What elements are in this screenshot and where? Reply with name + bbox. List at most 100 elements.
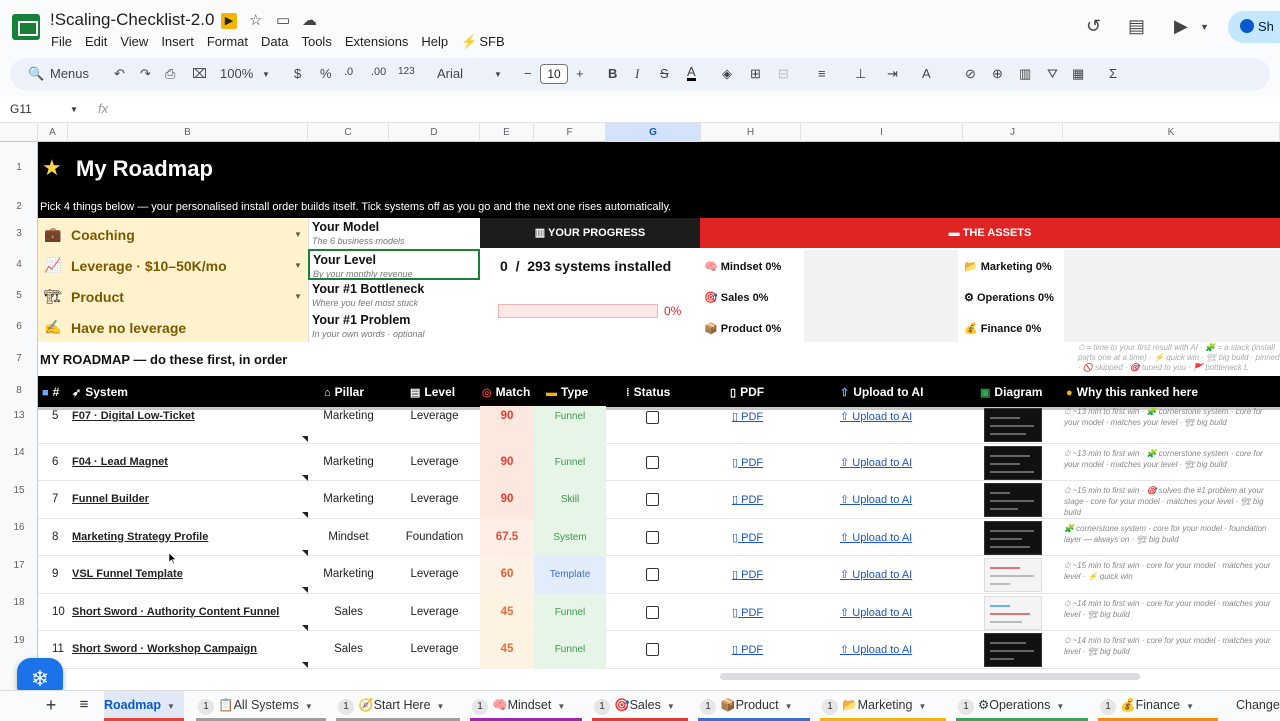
chevron-down-icon[interactable]: ▼ bbox=[667, 702, 675, 711]
add-sheet-icon[interactable]: + bbox=[40, 691, 62, 721]
menu-file[interactable]: File bbox=[51, 34, 72, 49]
chevron-down-icon[interactable]: ▼ bbox=[294, 261, 302, 270]
zoom-select[interactable]: 100% bbox=[220, 66, 253, 81]
column-header[interactable]: F bbox=[534, 123, 606, 142]
chevron-down-icon[interactable]: ▼ bbox=[1186, 702, 1194, 711]
column-header[interactable]: D bbox=[389, 123, 480, 142]
currency-button[interactable]: $ bbox=[294, 66, 301, 81]
redo-icon[interactable]: ↷ bbox=[140, 66, 151, 82]
row-header[interactable]: 5 bbox=[0, 290, 38, 301]
increase-decimal-button[interactable]: .00 bbox=[371, 66, 386, 78]
diagram-thumbnail[interactable] bbox=[984, 483, 1042, 517]
system-link[interactable]: Funnel Builder bbox=[72, 493, 149, 505]
pdf-link[interactable]: ▯ PDF bbox=[732, 606, 763, 619]
search-icon[interactable]: 🔍 bbox=[28, 66, 44, 82]
pick-problem-input[interactable]: ✍ Have no leverage bbox=[38, 312, 308, 343]
tab-start-here[interactable]: 1 🧭Start Here ▼ bbox=[336, 691, 460, 721]
column-header[interactable]: I bbox=[801, 123, 963, 142]
pdf-link[interactable]: ▯ PDF bbox=[732, 410, 763, 423]
upload-link[interactable]: ⇧ Upload to AI bbox=[840, 568, 912, 581]
tab-marketing[interactable]: 1 📂Marketing ▼ bbox=[820, 691, 946, 721]
status-checkbox[interactable] bbox=[646, 455, 659, 469]
status-checkbox[interactable] bbox=[646, 568, 659, 581]
status-checkbox[interactable] bbox=[646, 643, 659, 656]
pick-level-select[interactable]: 📈 Leverage · $10–50K/mo ▼ bbox=[38, 250, 308, 281]
sheets-logo-icon[interactable] bbox=[12, 14, 40, 40]
system-link[interactable]: VSL Funnel Template bbox=[72, 568, 183, 580]
menu-data[interactable]: Data bbox=[261, 34, 288, 49]
chevron-down-icon[interactable]: ▼ bbox=[1200, 22, 1209, 32]
menu-help[interactable]: Help bbox=[421, 34, 448, 49]
increase-font-icon[interactable]: + bbox=[576, 66, 584, 81]
chevron-down-icon[interactable]: ▼ bbox=[70, 105, 78, 114]
upload-link[interactable]: ⇧ Upload to AI bbox=[840, 531, 912, 544]
chevron-down-icon[interactable]: ▼ bbox=[918, 702, 926, 711]
diagram-thumbnail[interactable] bbox=[984, 633, 1042, 667]
row-header[interactable]: 7 bbox=[0, 353, 38, 364]
row-header[interactable]: 6 bbox=[0, 321, 38, 332]
row-header[interactable]: 14 bbox=[0, 447, 38, 458]
text-wrap-icon[interactable]: ⇥ bbox=[887, 66, 898, 82]
column-header[interactable]: J bbox=[963, 123, 1063, 142]
star-icon[interactable]: ☆ bbox=[249, 11, 262, 29]
decrease-font-icon[interactable]: − bbox=[524, 66, 532, 81]
pdf-link[interactable]: ▯ PDF bbox=[732, 493, 763, 506]
upload-link[interactable]: ⇧ Upload to AI bbox=[840, 643, 912, 656]
system-link[interactable]: F07 · Digital Low-Ticket bbox=[72, 410, 195, 422]
tab-change[interactable]: Change bbox=[1228, 691, 1280, 721]
status-checkbox[interactable] bbox=[646, 411, 659, 424]
share-button[interactable]: Sh bbox=[1228, 11, 1280, 43]
pdf-link[interactable]: ▯ PDF bbox=[732, 531, 763, 544]
chevron-down-icon[interactable]: ▼ bbox=[785, 702, 793, 711]
tab-operations[interactable]: 1 ⚙Operations ▼ bbox=[956, 691, 1088, 721]
column-header[interactable]: K bbox=[1063, 123, 1280, 142]
system-link[interactable]: Short Sword · Workshop Campaign bbox=[72, 643, 257, 655]
tab-sales[interactable]: 1 🎯Sales ▼ bbox=[592, 691, 688, 721]
diagram-thumbnail[interactable] bbox=[984, 445, 1042, 480]
align-vertical-icon[interactable]: ⊥ bbox=[855, 66, 866, 82]
chevron-down-icon[interactable]: ▼ bbox=[305, 702, 313, 711]
pick-bottleneck-select[interactable]: 🏗 Product ▼ bbox=[38, 281, 308, 312]
tab-mindset[interactable]: 1 🧠Mindset ▼ bbox=[470, 691, 582, 721]
text-rotation-icon[interactable]: A bbox=[922, 66, 931, 81]
all-sheets-menu-icon[interactable]: ≡ bbox=[72, 691, 96, 721]
chevron-down-icon[interactable]: ▼ bbox=[437, 702, 445, 711]
add-comment-icon[interactable]: ⊕ bbox=[992, 66, 1003, 82]
meet-icon[interactable]: ▶ bbox=[1174, 16, 1188, 37]
more-formats-button[interactable]: 123 bbox=[398, 66, 415, 77]
align-horizontal-icon[interactable]: ≡ bbox=[818, 66, 826, 81]
document-badge-icon[interactable]: ▶ bbox=[221, 13, 237, 29]
status-checkbox[interactable] bbox=[646, 530, 659, 544]
filter-icon[interactable]: ⛛ bbox=[1047, 66, 1058, 82]
row-header[interactable]: 3 bbox=[0, 228, 38, 239]
row-header[interactable]: 18 bbox=[0, 597, 38, 608]
document-title[interactable]: !Scaling-Checklist-2.0 bbox=[50, 10, 214, 30]
strikethrough-icon[interactable]: S bbox=[660, 66, 669, 81]
pdf-link[interactable]: ▯ PDF bbox=[732, 643, 763, 656]
sheet-grid[interactable]: ★ My Roadmap Pick 4 things below — your … bbox=[38, 142, 1280, 690]
decrease-decimal-button[interactable]: .0 bbox=[344, 66, 353, 78]
tab-all-systems[interactable]: 1 📋All Systems ▼ bbox=[196, 691, 326, 721]
chevron-down-icon[interactable]: ▼ bbox=[167, 702, 175, 711]
diagram-thumbnail[interactable] bbox=[984, 520, 1042, 555]
tab-roadmap[interactable]: Roadmap ▼ bbox=[104, 691, 184, 721]
menu-tools[interactable]: Tools bbox=[301, 34, 331, 49]
column-header[interactable]: A bbox=[38, 123, 68, 142]
link-icon[interactable]: ⊘ bbox=[965, 66, 976, 82]
paint-format-icon[interactable]: ⌧ bbox=[192, 66, 207, 82]
menu-sfb[interactable]: ⚡ SFB bbox=[461, 34, 517, 49]
row-header[interactable]: 13 bbox=[0, 410, 38, 421]
row-header[interactable]: 2 bbox=[0, 201, 38, 212]
menu-edit[interactable]: Edit bbox=[85, 34, 107, 49]
undo-icon[interactable]: ↶ bbox=[114, 66, 125, 82]
italic-icon[interactable]: I bbox=[635, 66, 639, 82]
horizontal-scrollbar[interactable] bbox=[720, 673, 1140, 680]
row-header[interactable]: 8 bbox=[0, 385, 38, 396]
comments-icon[interactable]: ▤ bbox=[1128, 16, 1145, 37]
menu-insert[interactable]: Insert bbox=[161, 34, 194, 49]
diagram-thumbnail[interactable] bbox=[984, 558, 1042, 592]
print-icon[interactable]: ⎙ bbox=[165, 66, 175, 82]
system-link[interactable]: Short Sword · Authority Content Funnel bbox=[72, 606, 279, 618]
version-history-icon[interactable]: ↺ bbox=[1086, 16, 1101, 37]
system-link[interactable]: F04 · Lead Magnet bbox=[72, 456, 168, 468]
